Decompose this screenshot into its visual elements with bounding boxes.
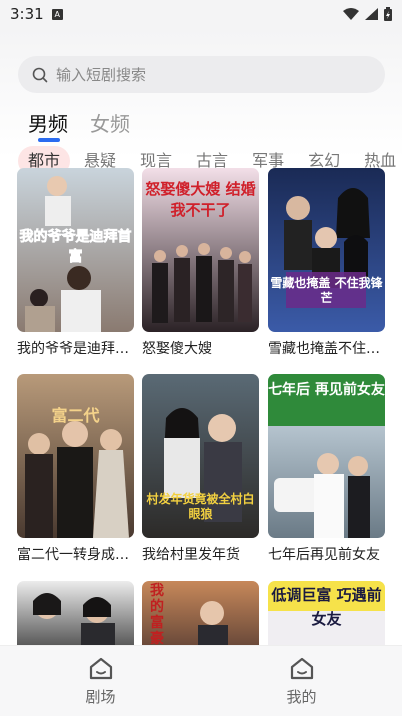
- drama-card[interactable]: [17, 581, 134, 645]
- drama-card[interactable]: 雪藏也掩盖 不住我锋芒 雪藏也掩盖不住锋芒: [268, 168, 385, 358]
- home-icon: [89, 657, 112, 680]
- tab-female[interactable]: 女频: [90, 108, 130, 137]
- tab-label: 男频: [28, 112, 68, 136]
- poster-title: 七年后 再见前女友: [268, 382, 385, 398]
- status-bar: 3:31 A: [0, 0, 402, 28]
- drama-title: 怒娶傻大嫂: [142, 341, 212, 357]
- bottom-nav: 剧场 我的: [0, 645, 402, 716]
- nav-theater[interactable]: 剧场: [0, 646, 201, 716]
- drama-poster: [17, 581, 134, 645]
- drama-title: 七年后再见前女友: [268, 547, 380, 563]
- poster-title: 雪藏也掩盖 不住我锋芒: [270, 276, 383, 305]
- poster-title: 我的爷爷是迪拜首富: [19, 229, 132, 266]
- drama-poster: 低调巨富 巧遇前女友: [268, 581, 385, 645]
- nav-mine[interactable]: 我的: [201, 646, 402, 716]
- drama-card[interactable]: 富二代 富二代一转身成了首富: [17, 374, 134, 564]
- drama-poster: 富二代: [17, 374, 134, 538]
- drama-poster: 我的爷爷是迪拜首富: [17, 168, 134, 332]
- drama-poster: 村发年货竟被全村白眼狼: [142, 374, 259, 538]
- search-input[interactable]: 输入短剧搜索: [18, 56, 385, 93]
- drama-title: 我给村里发年货: [142, 547, 240, 563]
- search-placeholder: 输入短剧搜索: [56, 66, 147, 84]
- header-area: 输入短剧搜索 男频 女频 都市 悬疑 现言 古言 军事 玄幻 热血: [0, 28, 402, 176]
- poster-image: [268, 168, 385, 332]
- drama-title: 我的爷爷是迪拜首富: [17, 341, 134, 357]
- gender-tabs: 男频 女频: [28, 108, 130, 142]
- nav-label: 我的: [286, 688, 317, 706]
- poster-image: [17, 374, 134, 538]
- poster-title: 低调巨富 巧遇前女友: [271, 586, 382, 628]
- search-icon: [32, 67, 48, 82]
- home-icon: [290, 657, 313, 680]
- drama-poster: 雪藏也掩盖 不住我锋芒: [268, 168, 385, 332]
- poster-title: 富二代: [51, 406, 100, 425]
- status-icons: [343, 7, 392, 21]
- nav-label: 剧场: [85, 688, 116, 706]
- tab-label: 女频: [90, 112, 130, 136]
- status-time: 3:31: [10, 5, 44, 23]
- drama-poster: 七年后 再见前女友: [268, 374, 385, 538]
- tab-male[interactable]: 男频: [28, 108, 68, 142]
- drama-poster: 我的富豪: [142, 581, 259, 645]
- drama-card[interactable]: 我的富豪: [142, 581, 259, 645]
- wifi-icon: [343, 8, 359, 20]
- drama-poster: 怒娶傻大嫂 结婚我不干了: [142, 168, 259, 332]
- poster-image: [17, 581, 134, 645]
- drama-card[interactable]: 我的爷爷是迪拜首富 我的爷爷是迪拜首富: [17, 168, 134, 358]
- drama-title: 雪藏也掩盖不住锋芒: [268, 341, 385, 357]
- signal-icon: [365, 8, 378, 20]
- poster-title: 我的富豪: [150, 583, 164, 645]
- notification-icon: A: [51, 8, 63, 20]
- drama-card[interactable]: 村发年货竟被全村白眼狼 我给村里发年货: [142, 374, 259, 564]
- poster-title: 村发年货竟被全村白眼狼: [146, 492, 255, 521]
- drama-title: 富二代一转身成了首富: [17, 547, 134, 563]
- poster-title: 怒娶傻大嫂 结婚我不干了: [145, 180, 256, 219]
- active-tab-indicator: [38, 138, 60, 142]
- battery-icon: [384, 7, 392, 21]
- drama-card[interactable]: 怒娶傻大嫂 结婚我不干了 怒娶傻大嫂: [142, 168, 259, 358]
- drama-card[interactable]: 七年后 再见前女友 七年后再见前女友: [268, 374, 385, 564]
- drama-card[interactable]: 低调巨富 巧遇前女友: [268, 581, 385, 645]
